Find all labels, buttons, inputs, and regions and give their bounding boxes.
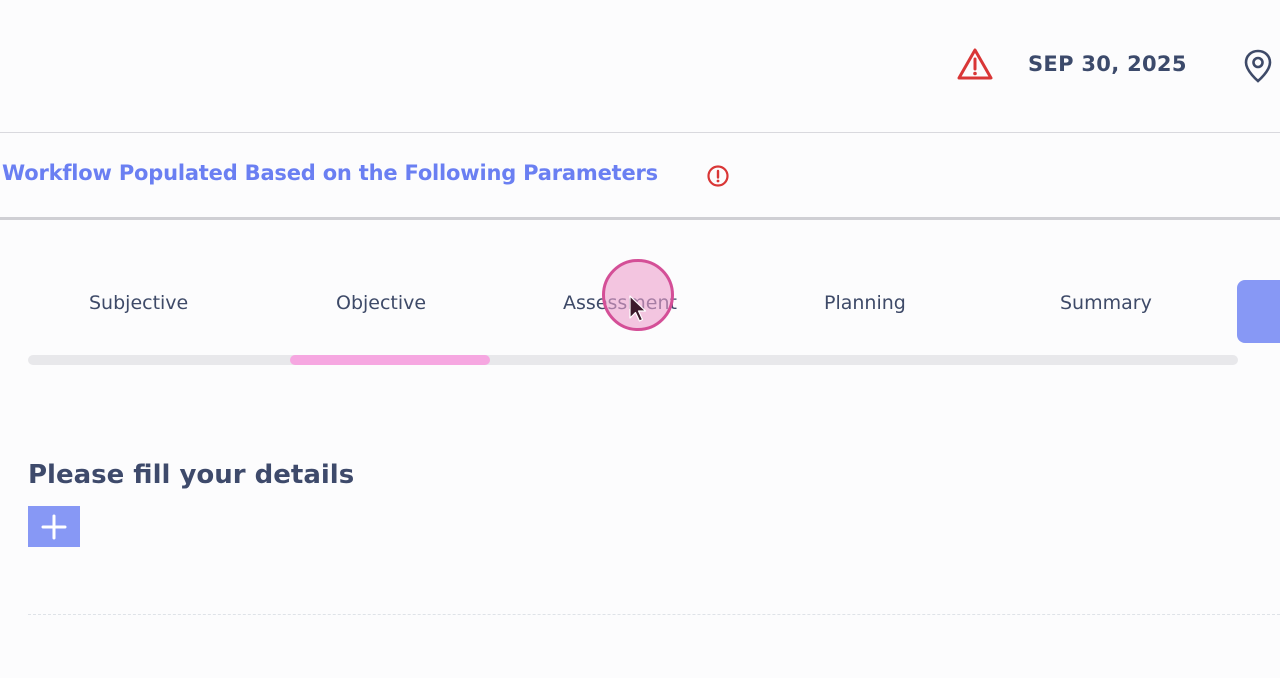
side-action-button[interactable]: [1237, 280, 1280, 343]
workflow-banner: Workflow Populated Based on the Followin…: [0, 133, 1280, 220]
top-bar: SEP 30, 2025: [0, 0, 1280, 133]
section-divider: [28, 614, 1280, 615]
mouse-pointer-icon: [629, 295, 647, 322]
tab-subjective[interactable]: Subjective: [89, 292, 188, 314]
exclamation-circle-icon[interactable]: [706, 164, 730, 188]
plus-icon: [41, 514, 67, 539]
warning-triangle-icon[interactable]: [957, 48, 993, 80]
details-heading: Please fill your details: [28, 460, 355, 490]
page: SEP 30, 2025 Workflow Populated Based on…: [0, 0, 1280, 678]
current-date: SEP 30, 2025: [1028, 52, 1187, 76]
tab-objective[interactable]: Objective: [336, 292, 426, 314]
tab-summary[interactable]: Summary: [1060, 292, 1152, 314]
map-pin-icon[interactable]: [1241, 48, 1275, 84]
tab-progress-track: [28, 355, 1238, 365]
add-button[interactable]: [28, 506, 80, 547]
workflow-banner-title: Workflow Populated Based on the Followin…: [2, 161, 658, 185]
tab-planning[interactable]: Planning: [824, 292, 906, 314]
active-tab-indicator: [290, 355, 490, 365]
